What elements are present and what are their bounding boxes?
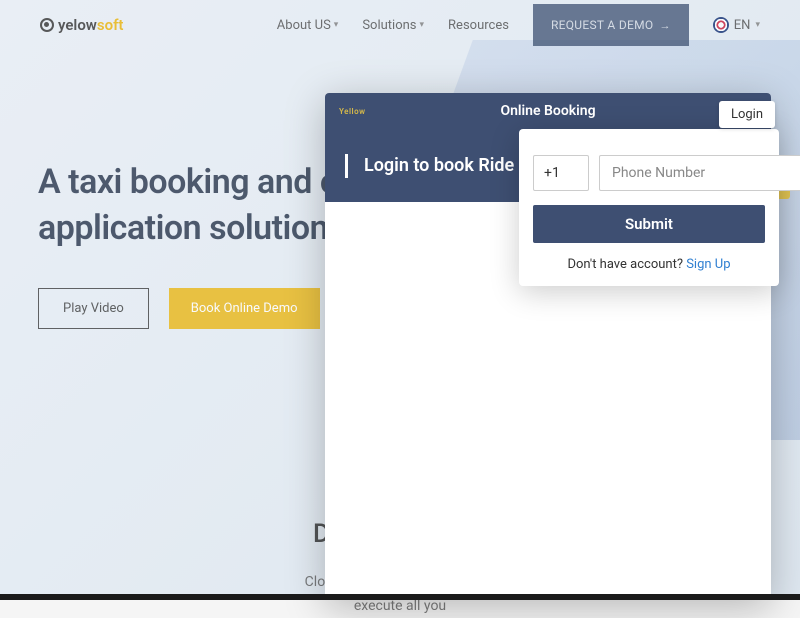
brand-logo[interactable]: yelowsoft [40, 16, 123, 34]
login-card: Login Submit Don't have account? Sign Up [519, 129, 779, 286]
chevron-down-icon: ▾ [420, 20, 425, 30]
chevron-down-icon: ▾ [334, 20, 339, 30]
bottom-bar [0, 594, 800, 600]
chevron-down-icon: ▾ [755, 20, 760, 30]
submit-button[interactable]: Submit [533, 205, 765, 243]
language-selector[interactable]: EN ▾ [713, 17, 760, 33]
book-demo-button[interactable]: Book Online Demo [169, 288, 320, 329]
accent-bar [345, 154, 348, 178]
panel-subtitle: Login to book Ride [364, 155, 514, 176]
signup-row: Don't have account? Sign Up [519, 257, 779, 272]
arrow-right-icon: → [659, 19, 670, 32]
flag-icon [713, 17, 729, 33]
country-code-input[interactable] [533, 155, 589, 191]
phone-input[interactable] [599, 155, 800, 191]
play-video-button[interactable]: Play Video [38, 288, 149, 329]
signup-link[interactable]: Sign Up [686, 257, 730, 272]
panel-logo: Yellow [339, 107, 366, 116]
login-tab[interactable]: Login [719, 101, 775, 128]
panel-header: Yellow Online Booking — [325, 93, 771, 129]
panel-title: Online Booking [500, 103, 595, 119]
nav-about[interactable]: About US▾ [277, 18, 339, 33]
brand-text-b: soft [97, 16, 124, 34]
brand-text-a: yelow [58, 16, 97, 34]
nav-solutions[interactable]: Solutions▾ [362, 18, 424, 33]
nav-resources[interactable]: Resources [448, 18, 509, 33]
logo-icon [40, 18, 54, 32]
online-booking-panel: Yellow Online Booking — Login to book Ri… [325, 93, 771, 600]
request-demo-button[interactable]: REQUEST A DEMO→ [533, 4, 689, 46]
top-nav: yelowsoft About US▾ Solutions▾ Resources… [0, 0, 800, 50]
